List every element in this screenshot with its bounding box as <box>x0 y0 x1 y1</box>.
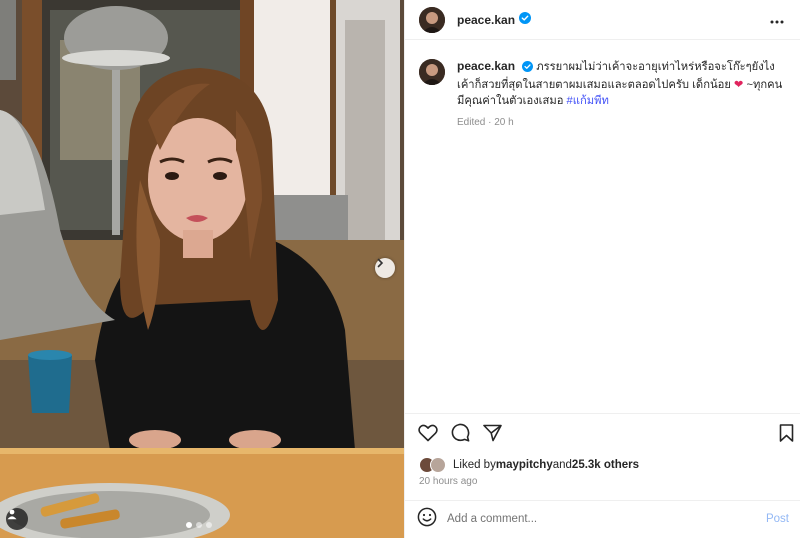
liked-by-count[interactable]: 25.3k others <box>572 459 639 471</box>
carousel-indicator <box>186 522 212 528</box>
heart-emoji: ❤ <box>734 79 744 91</box>
action-bar <box>417 423 797 447</box>
share-button[interactable] <box>481 424 503 446</box>
paper-plane-icon <box>482 424 502 447</box>
caption-hashtag[interactable]: #แก้มพีท <box>567 95 609 107</box>
post-photo[interactable] <box>0 0 404 538</box>
liked-by-user[interactable]: maypitchy <box>496 459 553 471</box>
post-side-panel: peace.kan peace.kan ภรรยาผมไม่ว่าเค้าจะอ… <box>404 0 800 538</box>
bookmark-icon <box>779 423 794 447</box>
comment-bubble-icon <box>451 423 470 447</box>
verified-badge-icon <box>519 11 532 29</box>
edited-timestamp: Edited · 20 h <box>457 117 514 128</box>
liker-avatars <box>419 457 449 473</box>
post-comment-button[interactable]: Post <box>766 513 789 525</box>
comment-button[interactable] <box>449 423 471 447</box>
caption-body: peace.kan ภรรยาผมไม่ว่าเค้าจะอายุเท่าไหร… <box>457 58 789 131</box>
avatar <box>430 457 446 473</box>
carousel-dot <box>196 522 202 528</box>
comment-composer: Post <box>405 500 800 538</box>
carousel-dot <box>186 522 192 528</box>
carousel-dot <box>206 522 212 528</box>
more-options-button[interactable] <box>766 7 788 33</box>
comment-input[interactable] <box>447 513 747 525</box>
save-button[interactable] <box>775 423 797 447</box>
heart-outline-icon <box>418 424 438 447</box>
caption-username[interactable]: peace.kan <box>457 59 515 73</box>
likes-summary: Liked by maypitchy and 25.3k others <box>419 457 639 473</box>
avatar[interactable] <box>419 6 445 33</box>
post-header: peace.kan <box>405 0 800 40</box>
carousel-next-button[interactable] <box>375 258 395 278</box>
user-tag-button[interactable] <box>6 508 28 530</box>
smiley-icon[interactable] <box>417 507 437 532</box>
verified-badge-icon <box>522 61 534 77</box>
like-button[interactable] <box>417 424 439 446</box>
post-caption: peace.kan ภรรยาผมไม่ว่าเค้าจะอายุเท่าไหร… <box>419 58 789 131</box>
more-options-icon <box>770 11 784 28</box>
author-username[interactable]: peace.kan <box>457 13 515 27</box>
liked-by-prefix: Liked by <box>453 459 496 471</box>
avatar[interactable] <box>419 59 445 85</box>
liked-by-join: and <box>552 459 572 471</box>
post-time[interactable]: 20 hours ago <box>419 476 477 487</box>
divider <box>405 413 800 414</box>
photo-illustration <box>0 0 404 538</box>
